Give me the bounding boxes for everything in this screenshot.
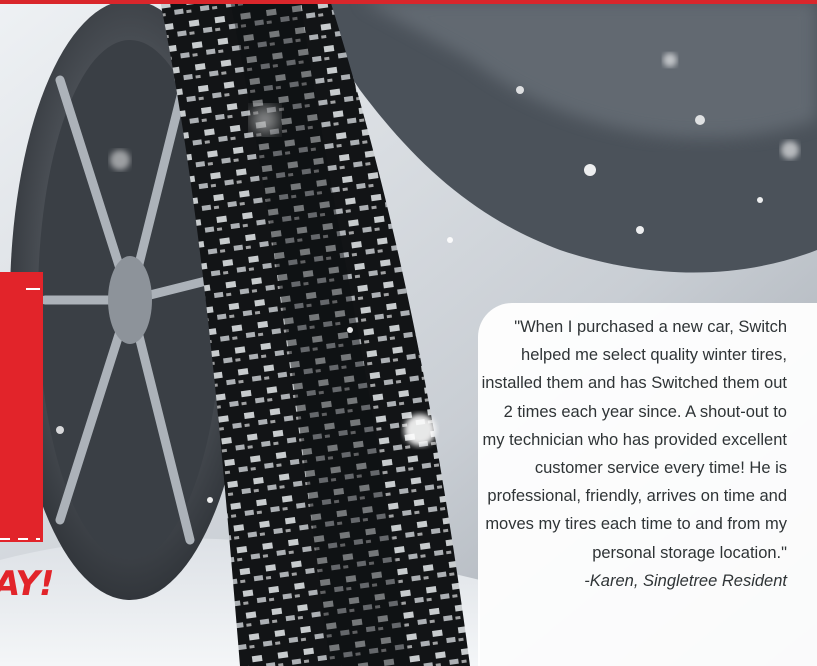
testimonial-card: "When I purchased a new car, Switch help…: [478, 303, 817, 666]
testimonial-attribution: -Karen, Singletree Resident: [584, 571, 787, 590]
testimonial-quote: "When I purchased a new car, Switch help…: [481, 318, 787, 562]
banner-dash-top: [26, 288, 40, 290]
banner-dash-bottom: [0, 538, 40, 540]
promo-headline-fragment: AY!: [0, 564, 55, 604]
red-promo-banner: [0, 272, 43, 542]
top-accent-bar: [0, 0, 817, 4]
